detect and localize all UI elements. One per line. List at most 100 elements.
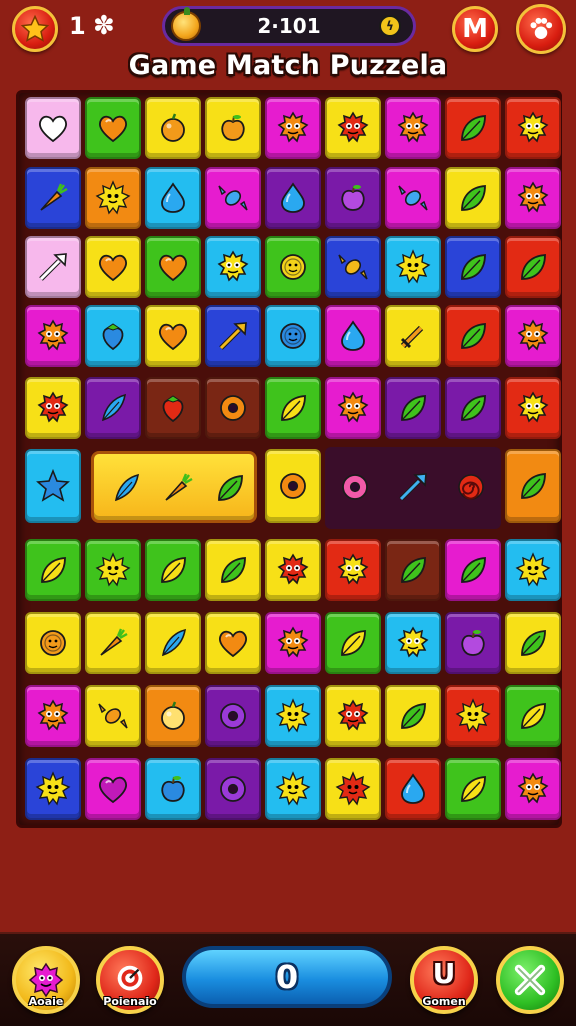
game-tile[interactable] — [385, 758, 441, 820]
monster-icon — [277, 111, 309, 143]
shuffle-button[interactable] — [496, 946, 564, 1014]
game-tile[interactable] — [85, 167, 141, 229]
game-tile[interactable] — [505, 236, 561, 298]
game-tile[interactable] — [505, 449, 561, 523]
game-tile[interactable] — [25, 449, 81, 523]
game-tile[interactable] — [505, 167, 561, 229]
game-tile[interactable] — [385, 167, 441, 229]
game-tile[interactable] — [85, 97, 141, 159]
game-tile[interactable] — [145, 758, 201, 820]
game-tile[interactable] — [25, 305, 81, 367]
game-tile[interactable] — [85, 305, 141, 367]
star-button[interactable] — [12, 6, 58, 52]
game-tile[interactable] — [325, 167, 381, 229]
game-tile[interactable] — [145, 167, 201, 229]
game-tile[interactable] — [445, 377, 501, 439]
u-booster-button[interactable]: U Gomen — [410, 946, 478, 1014]
sun-icon — [275, 698, 311, 733]
leaf-icon — [221, 557, 246, 583]
game-tile[interactable] — [205, 612, 261, 674]
settings-button[interactable] — [516, 4, 566, 54]
game-tile[interactable] — [265, 236, 321, 298]
game-tile[interactable] — [205, 685, 261, 747]
game-tile[interactable] — [205, 167, 261, 229]
swirl-piece[interactable] — [453, 469, 489, 505]
game-tile[interactable] — [145, 97, 201, 159]
game-tile[interactable] — [385, 685, 441, 747]
game-tile[interactable] — [325, 685, 381, 747]
game-tile[interactable] — [25, 97, 81, 159]
game-tile[interactable] — [385, 539, 441, 601]
game-tile[interactable] — [145, 305, 201, 367]
game-tile[interactable] — [325, 305, 381, 367]
game-tile[interactable] — [85, 758, 141, 820]
game-tile[interactable] — [505, 612, 561, 674]
game-tile[interactable] — [325, 377, 381, 439]
game-tile[interactable] — [445, 612, 501, 674]
game-tile[interactable] — [85, 612, 141, 674]
game-tile[interactable] — [145, 612, 201, 674]
game-tile[interactable] — [265, 612, 321, 674]
game-tile[interactable] — [505, 97, 561, 159]
game-tile[interactable] — [325, 539, 381, 601]
game-tile[interactable] — [325, 758, 381, 820]
move-counter-pill[interactable]: 0 — [182, 946, 392, 1008]
game-tile[interactable] — [445, 758, 501, 820]
game-tile[interactable] — [505, 685, 561, 747]
game-tile[interactable] — [385, 612, 441, 674]
game-tile[interactable] — [25, 685, 81, 747]
game-tile[interactable] — [265, 305, 321, 367]
game-tile[interactable] — [25, 167, 81, 229]
game-tile[interactable] — [505, 305, 561, 367]
game-tile[interactable] — [85, 377, 141, 439]
game-tile[interactable] — [145, 377, 201, 439]
game-tile[interactable] — [85, 685, 141, 747]
game-tile[interactable] — [145, 539, 201, 601]
game-tile[interactable] — [325, 97, 381, 159]
game-tile[interactable] — [25, 377, 81, 439]
target-booster-button[interactable]: Poienaio — [96, 946, 164, 1014]
game-tile[interactable] — [385, 97, 441, 159]
arrow-piece[interactable] — [395, 469, 431, 505]
game-tile[interactable] — [265, 377, 321, 439]
game-tile[interactable] — [265, 685, 321, 747]
game-tile[interactable] — [445, 305, 501, 367]
game-tile[interactable] — [505, 377, 561, 439]
monster-booster-button[interactable]: Aoaie — [12, 946, 80, 1014]
game-tile[interactable] — [265, 97, 321, 159]
game-tile[interactable] — [325, 236, 381, 298]
game-tile[interactable] — [85, 236, 141, 298]
u-letter: U — [432, 956, 456, 990]
game-tile[interactable] — [85, 539, 141, 601]
donut-piece[interactable] — [337, 469, 373, 505]
game-tile[interactable] — [505, 758, 561, 820]
game-tile[interactable] — [445, 97, 501, 159]
game-tile[interactable] — [205, 236, 261, 298]
game-tile[interactable] — [205, 305, 261, 367]
game-tile[interactable] — [25, 236, 81, 298]
merged-tile[interactable] — [91, 451, 257, 523]
game-tile[interactable] — [145, 685, 201, 747]
game-tile[interactable] — [25, 539, 81, 601]
m-button[interactable]: M — [452, 6, 498, 52]
game-tile[interactable] — [385, 377, 441, 439]
game-tile[interactable] — [205, 377, 261, 439]
game-tile[interactable] — [445, 236, 501, 298]
game-tile[interactable] — [445, 685, 501, 747]
game-tile[interactable] — [25, 612, 81, 674]
game-tile[interactable] — [145, 236, 201, 298]
game-tile[interactable] — [505, 539, 561, 601]
game-tile[interactable] — [205, 758, 261, 820]
game-tile[interactable] — [25, 758, 81, 820]
game-tile[interactable] — [385, 305, 441, 367]
game-tile[interactable] — [265, 539, 321, 601]
game-tile[interactable] — [205, 97, 261, 159]
game-tile[interactable] — [205, 539, 261, 601]
game-tile[interactable] — [445, 539, 501, 601]
game-tile[interactable] — [265, 167, 321, 229]
game-tile[interactable] — [265, 449, 321, 523]
game-tile[interactable] — [265, 758, 321, 820]
game-tile[interactable] — [325, 612, 381, 674]
game-tile[interactable] — [445, 167, 501, 229]
game-tile[interactable] — [385, 236, 441, 298]
